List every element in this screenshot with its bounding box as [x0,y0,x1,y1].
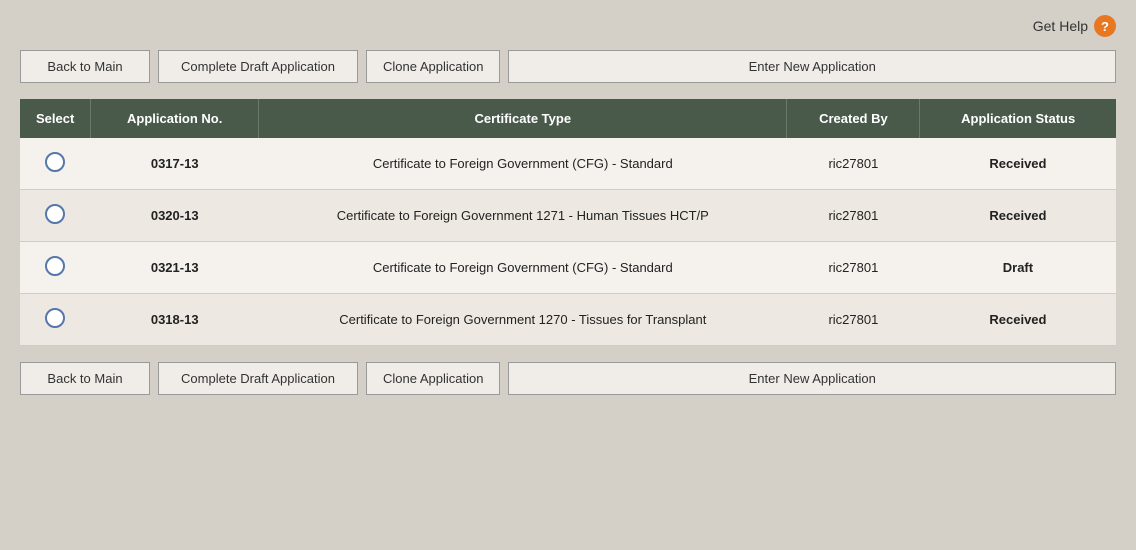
created-by-cell: ric27801 [787,294,920,346]
created-by-cell: ric27801 [787,190,920,242]
top-button-bar: Back to Main Complete Draft Application … [10,50,1126,83]
table-row: 0321-13Certificate to Foreign Government… [20,242,1116,294]
radio-button[interactable] [45,256,65,276]
get-help-button[interactable]: Get Help ? [1033,15,1116,37]
radio-button[interactable] [45,152,65,172]
app-number-cell: 0320-13 [91,190,259,242]
cert-type-cell: Certificate to Foreign Government (CFG) … [259,138,787,190]
app-status-cell: Received [920,138,1116,190]
cert-type-cell: Certificate to Foreign Government 1270 -… [259,294,787,346]
radio-button[interactable] [45,204,65,224]
radio-button[interactable] [45,308,65,328]
app-number-cell: 0321-13 [91,242,259,294]
complete-draft-button-top[interactable]: Complete Draft Application [158,50,358,83]
col-header-select: Select [20,99,91,138]
col-header-cert-type: Certificate Type [259,99,787,138]
select-cell[interactable] [20,138,91,190]
select-cell[interactable] [20,190,91,242]
clone-application-button-top[interactable]: Clone Application [366,50,500,83]
col-header-created-by: Created By [787,99,920,138]
top-bar: Get Help ? [10,10,1126,42]
app-status-cell: Received [920,190,1116,242]
clone-application-button-bottom[interactable]: Clone Application [366,362,500,395]
app-status-cell: Received [920,294,1116,346]
select-cell[interactable] [20,294,91,346]
table-row: 0320-13Certificate to Foreign Government… [20,190,1116,242]
table-row: 0318-13Certificate to Foreign Government… [20,294,1116,346]
col-header-app-no: Application No. [91,99,259,138]
created-by-cell: ric27801 [787,242,920,294]
created-by-cell: ric27801 [787,138,920,190]
help-icon: ? [1094,15,1116,37]
applications-table: Select Application No. Certificate Type … [20,99,1116,346]
app-status-cell: Draft [920,242,1116,294]
app-number-cell: 0317-13 [91,138,259,190]
bottom-button-bar: Back to Main Complete Draft Application … [10,362,1126,395]
back-to-main-button-top[interactable]: Back to Main [20,50,150,83]
get-help-label: Get Help [1033,18,1088,34]
enter-new-application-button-bottom[interactable]: Enter New Application [508,362,1116,395]
enter-new-application-button-top[interactable]: Enter New Application [508,50,1116,83]
complete-draft-button-bottom[interactable]: Complete Draft Application [158,362,358,395]
col-header-app-status: Application Status [920,99,1116,138]
back-to-main-button-bottom[interactable]: Back to Main [20,362,150,395]
main-content: Select Application No. Certificate Type … [10,99,1126,346]
table-header-row: Select Application No. Certificate Type … [20,99,1116,138]
cert-type-cell: Certificate to Foreign Government 1271 -… [259,190,787,242]
cert-type-cell: Certificate to Foreign Government (CFG) … [259,242,787,294]
select-cell[interactable] [20,242,91,294]
app-number-cell: 0318-13 [91,294,259,346]
table-row: 0317-13Certificate to Foreign Government… [20,138,1116,190]
